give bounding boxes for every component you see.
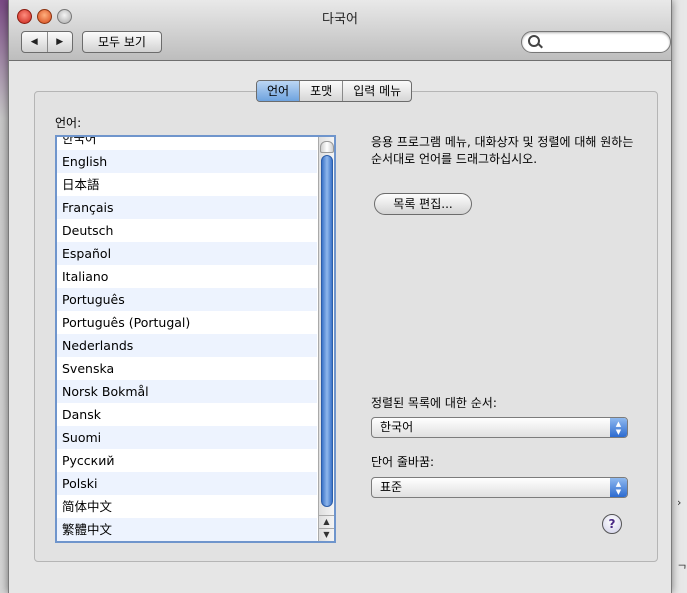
edit-list-button[interactable]: 목록 편집... bbox=[374, 193, 472, 215]
search-input[interactable] bbox=[544, 34, 666, 51]
scroll-up-arrow-icon[interactable]: ▲ bbox=[319, 515, 334, 528]
show-all-button[interactable]: 모두 보기 bbox=[82, 31, 162, 53]
language-list[interactable]: 한국어 English 日本語 Français Deutsch Español… bbox=[55, 135, 336, 543]
help-icon: ? bbox=[608, 517, 616, 531]
back-arrow-icon: ◀ bbox=[30, 37, 38, 47]
sort-order-label: 정렬된 목록에 대한 순서: bbox=[371, 396, 497, 410]
popup-arrows-icon: ▲ ▼ bbox=[610, 418, 627, 437]
list-item[interactable]: 한국어 bbox=[57, 137, 317, 150]
list-item[interactable]: 日本語 bbox=[57, 173, 317, 196]
list-item[interactable]: Polski bbox=[57, 472, 317, 495]
word-break-popup[interactable]: 표준 ▲ ▼ bbox=[371, 477, 628, 498]
list-item[interactable]: Italiano bbox=[57, 265, 317, 288]
list-item[interactable]: Español bbox=[57, 242, 317, 265]
list-item[interactable]: Nederlands bbox=[57, 334, 317, 357]
list-item[interactable]: Português (Portugal) bbox=[57, 311, 317, 334]
popup-arrows-icon: ▲ ▼ bbox=[610, 478, 627, 497]
scrollbar-track-cap bbox=[320, 141, 334, 153]
sort-order-value: 한국어 bbox=[380, 420, 414, 434]
search-field[interactable] bbox=[521, 31, 671, 53]
list-item[interactable]: Svenska bbox=[57, 357, 317, 380]
list-item[interactable]: Français bbox=[57, 196, 317, 219]
list-item[interactable]: Deutsch bbox=[57, 219, 317, 242]
title-bar: 다국어 ◀ ▶ 모두 보기 bbox=[9, 0, 671, 61]
tab-language[interactable]: 언어 bbox=[257, 81, 300, 101]
scrollbar-thumb[interactable] bbox=[321, 155, 333, 507]
search-icon bbox=[528, 35, 540, 47]
forward-arrow-icon: ▶ bbox=[56, 37, 64, 47]
window-title: 다국어 bbox=[322, 12, 358, 27]
tab-formats[interactable]: 포맷 bbox=[299, 81, 342, 101]
list-item[interactable]: 繁體中文 bbox=[57, 518, 317, 541]
sort-order-popup[interactable]: 한국어 ▲ ▼ bbox=[371, 417, 628, 438]
language-order-description: 응용 프로그램 메뉴, 대화상자 및 정렬에 대해 원하는 순서대로 언어를 드… bbox=[371, 135, 634, 166]
list-item[interactable]: Русский bbox=[57, 449, 317, 472]
forward-button[interactable]: ▶ bbox=[46, 32, 73, 52]
list-item[interactable]: Dansk bbox=[57, 403, 317, 426]
scroll-down-arrow-icon[interactable]: ▼ bbox=[319, 528, 334, 541]
back-button[interactable]: ◀ bbox=[22, 32, 47, 52]
list-item[interactable]: 简体中文 bbox=[57, 495, 317, 518]
list-scrollbar[interactable]: ▲ ▼ bbox=[318, 137, 334, 541]
list-item[interactable]: Suomi bbox=[57, 426, 317, 449]
language-rows: 한국어 English 日本語 Français Deutsch Español… bbox=[57, 137, 317, 541]
help-button[interactable]: ? bbox=[602, 514, 622, 534]
nav-button-group: ◀ ▶ bbox=[21, 31, 73, 53]
tab-input-menu[interactable]: 입력 메뉴 bbox=[342, 81, 411, 101]
word-break-value: 표준 bbox=[380, 480, 403, 494]
tab-bar: 언어 포맷 입력 메뉴 bbox=[256, 80, 413, 102]
list-item[interactable]: Norsk Bokmål bbox=[57, 380, 317, 403]
preferences-window: 다국어 ◀ ▶ 모두 보기 언어 포맷 입력 메뉴 언어: 한국어 Englis… bbox=[8, 0, 672, 593]
list-item[interactable]: English bbox=[57, 150, 317, 173]
word-break-label: 단어 줄바꿈: bbox=[371, 455, 435, 469]
background-window: › ᄀ bbox=[670, 0, 687, 593]
language-list-label: 언어: bbox=[55, 116, 82, 130]
list-item[interactable]: Português bbox=[57, 288, 317, 311]
